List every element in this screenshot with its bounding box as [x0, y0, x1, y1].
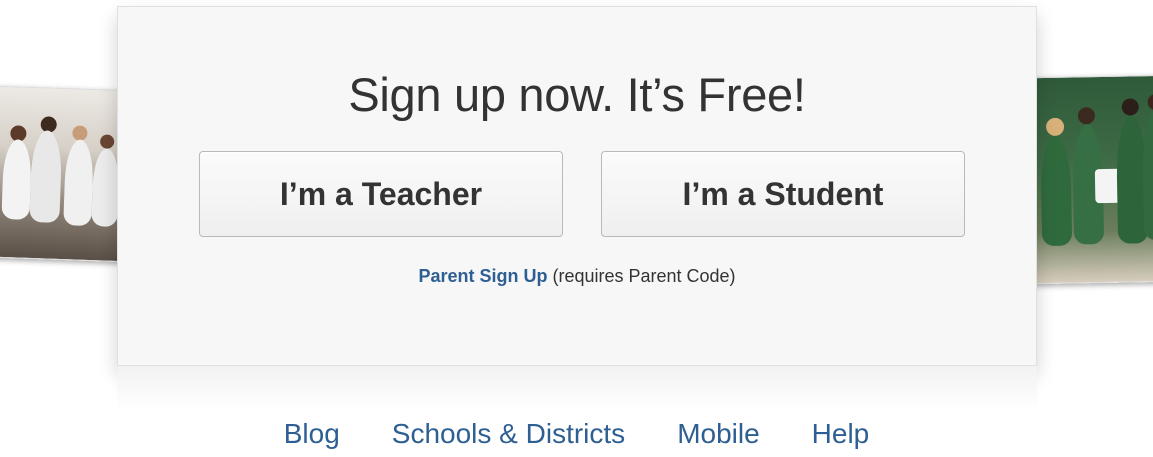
footer-nav: Blog Schools & Districts Mobile Help: [0, 418, 1153, 450]
footer-link-blog[interactable]: Blog: [284, 418, 340, 450]
parent-signup-line: Parent Sign Up (requires Parent Code): [118, 266, 1036, 287]
card-reflection: [117, 366, 1037, 412]
footer-link-help[interactable]: Help: [812, 418, 870, 450]
classroom-photo-right: [1030, 74, 1153, 285]
classroom-photo-left: [0, 85, 135, 263]
parent-signup-link[interactable]: Parent Sign Up: [418, 266, 547, 286]
footer-link-schools-districts[interactable]: Schools & Districts: [392, 418, 625, 450]
teacher-signup-button[interactable]: I’m a Teacher: [199, 151, 563, 237]
signup-card: Sign up now. It’s Free! I’m a Teacher I’…: [117, 6, 1037, 366]
signup-headline: Sign up now. It’s Free!: [348, 68, 806, 121]
student-signup-button[interactable]: I’m a Student: [601, 151, 965, 237]
footer-link-mobile[interactable]: Mobile: [677, 418, 759, 450]
parent-code-note: (requires Parent Code): [552, 266, 736, 286]
